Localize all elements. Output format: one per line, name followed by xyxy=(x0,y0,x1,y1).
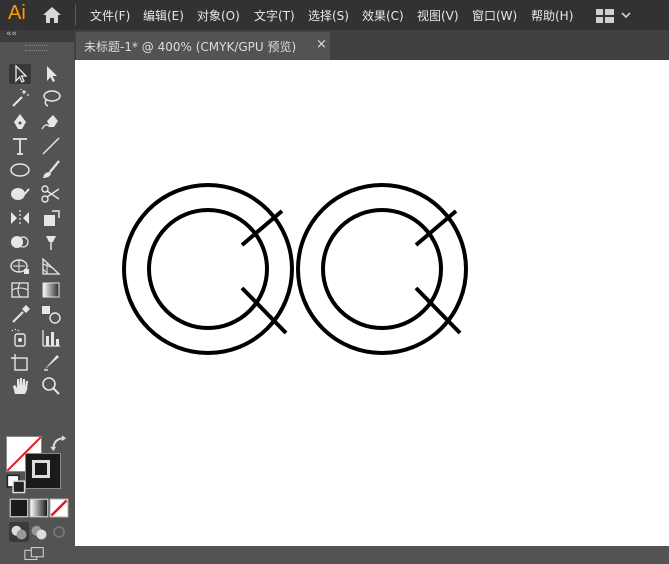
gradient-tool-icon[interactable] xyxy=(40,280,62,300)
document-tab-strip: 未标题-1* @ 400% (CMYK/GPU 预览) × xyxy=(74,30,669,60)
artboard-canvas[interactable] xyxy=(75,60,669,546)
artwork-q-left xyxy=(122,183,294,355)
stroke-swatch-inner xyxy=(32,460,50,478)
shaper-tool-icon[interactable] xyxy=(9,184,31,204)
puppet-warp-tool-icon[interactable] xyxy=(40,232,62,252)
swap-fill-stroke-icon[interactable] xyxy=(48,434,67,452)
panel-grip-icon[interactable] xyxy=(25,45,47,51)
ellipse-tool-icon[interactable] xyxy=(9,160,31,180)
tools-panel: «« xyxy=(0,29,74,561)
curvature-tool-icon[interactable] xyxy=(40,112,62,132)
pen-tool-icon[interactable] xyxy=(9,112,31,132)
mesh-tool-icon[interactable] xyxy=(40,256,62,276)
lasso-tool-icon[interactable] xyxy=(40,88,62,108)
line-segment-tool-icon[interactable] xyxy=(40,136,62,156)
menu-edit[interactable]: 编辑(E) xyxy=(143,7,184,24)
blend-tool-icon[interactable] xyxy=(40,304,62,324)
shape-builder-tool-icon[interactable] xyxy=(9,232,31,252)
free-transform-tool-icon[interactable] xyxy=(40,208,62,228)
q-inner-ring-right xyxy=(321,208,443,330)
menu-file[interactable]: 文件(F) xyxy=(90,7,130,24)
mesh-tool-2-icon[interactable] xyxy=(9,280,31,300)
draw-inside-icon[interactable] xyxy=(48,522,65,538)
collapse-icon[interactable]: «« xyxy=(6,29,17,39)
stroke-swatch[interactable] xyxy=(25,453,61,489)
paintbrush-tool-icon[interactable] xyxy=(40,160,62,180)
tools-panel-header[interactable]: «« xyxy=(0,29,74,42)
width-tool-icon[interactable] xyxy=(9,208,31,228)
artwork-q-right xyxy=(296,183,468,355)
workspace-switcher-icon[interactable] xyxy=(596,8,632,23)
slice-tool-icon[interactable] xyxy=(40,352,62,372)
color-mode-icon[interactable] xyxy=(8,498,29,518)
eyedropper-tool-icon[interactable] xyxy=(9,304,31,324)
symbol-sprayer-tool-icon[interactable] xyxy=(9,328,31,348)
type-tool-icon[interactable] xyxy=(9,136,31,156)
zoom-tool-icon[interactable] xyxy=(40,376,62,396)
menu-divider xyxy=(75,4,76,26)
default-fill-stroke-icon[interactable] xyxy=(5,474,26,494)
q-inner-ring-left xyxy=(147,208,269,330)
menu-bar: Ai 文件(F) 编辑(E) 对象(O) 文字(T) 选择(S) 效果(C) 视… xyxy=(0,0,669,30)
gradient-mode-icon[interactable] xyxy=(28,498,49,518)
menu-help[interactable]: 帮助(H) xyxy=(531,7,573,24)
draw-behind-icon[interactable] xyxy=(28,522,47,540)
artboard-tool-icon[interactable] xyxy=(9,352,31,372)
menu-effect[interactable]: 效果(C) xyxy=(362,7,404,24)
direct-selection-tool-icon[interactable] xyxy=(40,64,62,84)
document-tab-title: 未标题-1* @ 400% (CMYK/GPU 预览) xyxy=(84,40,297,54)
artwork xyxy=(122,183,468,355)
selection-tool-icon[interactable] xyxy=(9,64,31,84)
column-graph-tool-icon[interactable] xyxy=(40,328,62,348)
close-icon[interactable]: × xyxy=(316,37,327,52)
perspective-grid-tool-icon[interactable] xyxy=(9,256,31,276)
hand-tool-icon[interactable] xyxy=(9,376,31,396)
menu-view[interactable]: 视图(V) xyxy=(417,7,459,24)
screen-mode-icon[interactable] xyxy=(24,544,48,561)
document-tab[interactable]: 未标题-1* @ 400% (CMYK/GPU 预览) × xyxy=(76,32,330,60)
menu-object[interactable]: 对象(O) xyxy=(197,7,240,24)
menu-select[interactable]: 选择(S) xyxy=(308,7,349,24)
home-icon[interactable] xyxy=(42,6,62,24)
draw-normal-icon[interactable] xyxy=(8,522,29,542)
magic-wand-tool-icon[interactable] xyxy=(9,88,31,108)
none-mode-icon[interactable] xyxy=(48,498,69,518)
app-logo: Ai xyxy=(8,2,26,24)
menu-window[interactable]: 窗口(W) xyxy=(472,7,517,24)
menu-type[interactable]: 文字(T) xyxy=(254,7,295,24)
scissors-tool-icon[interactable] xyxy=(40,184,62,204)
